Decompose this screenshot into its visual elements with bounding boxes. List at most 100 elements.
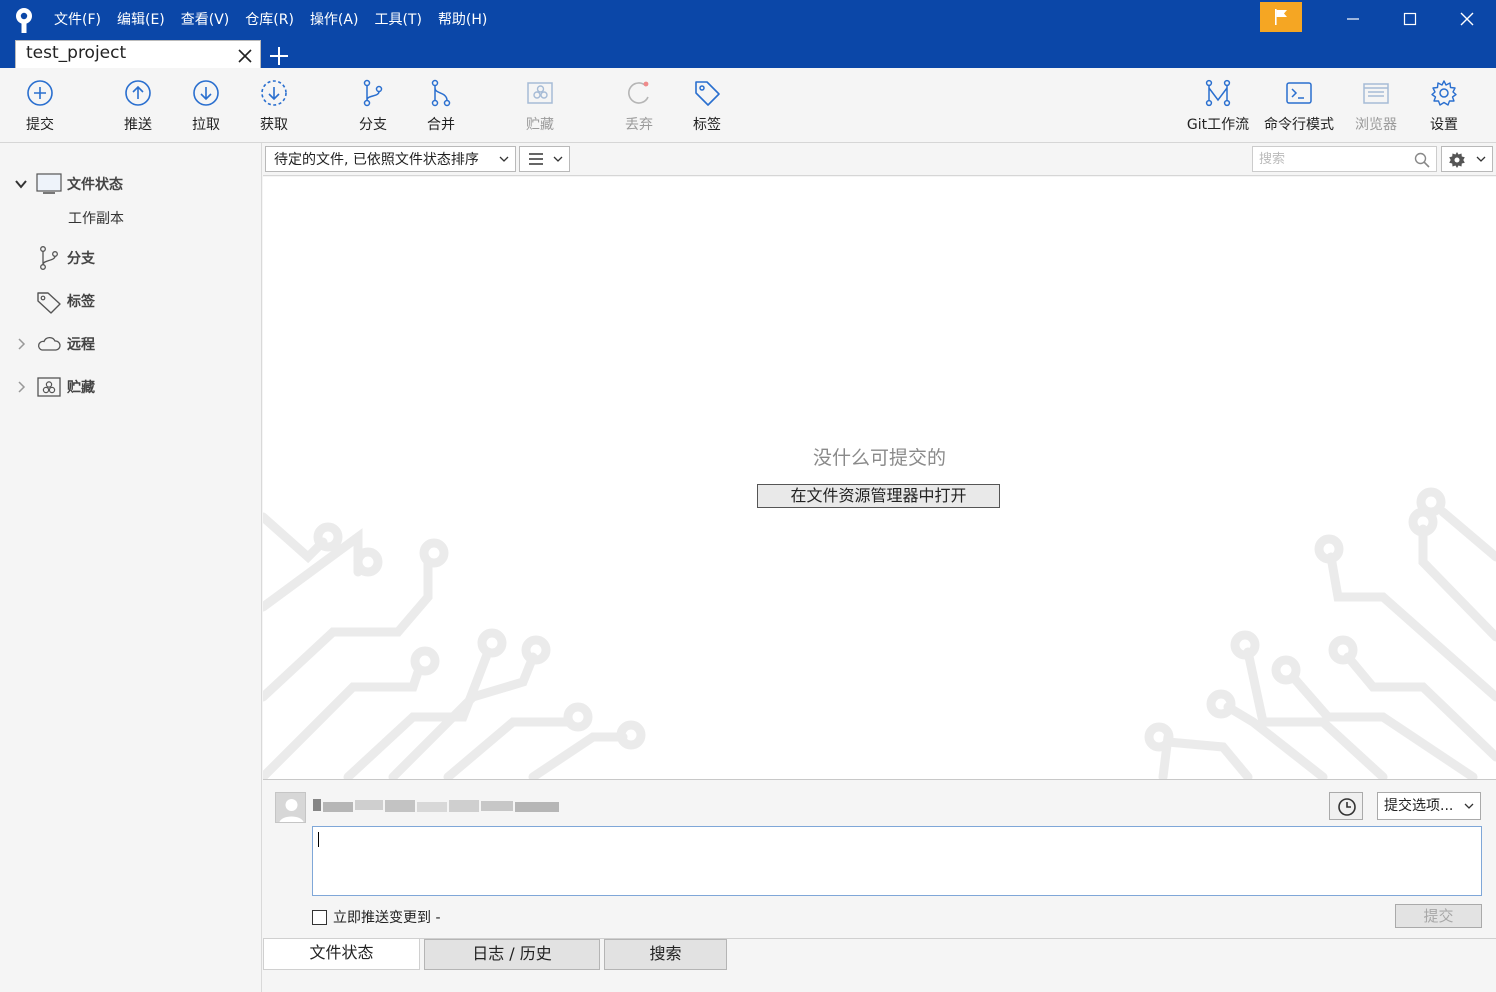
stash-label: 贮藏: [526, 117, 554, 133]
push-immediately-label: 立即推送变更到 -: [333, 910, 441, 926]
avatar: [275, 792, 306, 823]
minimize-button[interactable]: [1324, 0, 1382, 38]
chevron-down-icon: [1476, 156, 1486, 162]
tag-icon: [37, 292, 61, 314]
menu-help[interactable]: 帮助(H): [430, 0, 495, 40]
stash-box-icon: [37, 377, 61, 397]
tab-close-icon[interactable]: [236, 47, 254, 65]
file-list-area: 没什么可提交的 在文件资源管理器中打开: [263, 177, 1496, 779]
settings-button[interactable]: 设置: [1404, 78, 1484, 138]
maximize-icon: [1403, 12, 1417, 26]
maximize-button[interactable]: [1381, 0, 1439, 38]
menu-bar: 文件(F) 编辑(E) 查看(V) 仓库(R) 操作(A) 工具(T) 帮助(H…: [46, 0, 495, 40]
explorer-folder-icon: [1363, 83, 1389, 104]
tab-test-project[interactable]: test_project: [15, 40, 261, 70]
tab-search[interactable]: 搜索: [604, 939, 727, 970]
clock-icon: [1338, 798, 1356, 816]
commit-options-label: 提交选项...: [1384, 798, 1454, 814]
text-cursor: [318, 832, 319, 847]
push-immediately-option[interactable]: 立即推送变更到 -: [312, 907, 441, 927]
chevron-down-icon: [553, 156, 563, 162]
sidebar-label: 分支: [67, 251, 95, 267]
branch-icon: [40, 246, 58, 270]
open-in-explorer-button[interactable]: 在文件资源管理器中打开: [757, 484, 1000, 508]
flag-button[interactable]: [1260, 2, 1302, 32]
menu-edit[interactable]: 编辑(E): [109, 0, 173, 40]
bottom-tab-bar: 文件状态 日志 / 历史 搜索: [263, 938, 1496, 992]
flag-icon: [1275, 9, 1287, 25]
monitor-icon: [36, 173, 62, 194]
commit-label: 提交: [26, 117, 54, 133]
new-tab-plus-icon[interactable]: [268, 45, 290, 67]
sidebar-item-branches[interactable]: 分支: [0, 243, 262, 273]
filter-bar: 待定的文件, 已依照文件状态排序: [263, 143, 1496, 176]
menu-view[interactable]: 查看(V): [173, 0, 238, 40]
sidebar-label: 贮藏: [67, 380, 95, 396]
sidebar-item-file-status[interactable]: 文件状态: [0, 169, 262, 199]
merge-button[interactable]: 合并: [401, 78, 481, 138]
git-flow-label: Git工作流: [1186, 117, 1250, 133]
push-arrow-up-icon: [125, 80, 151, 106]
commit-submit-button[interactable]: 提交: [1395, 904, 1482, 928]
commit-panel: 提交选项... 立即推送变更到 - 提交: [263, 779, 1496, 941]
tag-label: 标签: [693, 117, 721, 133]
user-avatar-icon: [279, 799, 304, 822]
push-immediately-checkbox[interactable]: [312, 909, 327, 925]
chevron-down-icon: [499, 156, 509, 162]
tag-button[interactable]: 标签: [667, 78, 747, 138]
stash-button[interactable]: 贮藏: [500, 78, 580, 138]
chevron-down-icon: [1464, 803, 1474, 809]
search-box: [1252, 146, 1437, 172]
git-flow-icon: [1205, 79, 1231, 107]
close-window-button[interactable]: [1438, 0, 1496, 38]
sort-select-value: 待定的文件, 已依照文件状态排序: [274, 152, 479, 168]
sort-select[interactable]: 待定的文件, 已依照文件状态排序: [265, 146, 516, 172]
empty-state-message: 没什么可提交的: [812, 447, 946, 469]
tab-log-history[interactable]: 日志 / 历史: [424, 939, 600, 970]
menu-actions[interactable]: 操作(A): [302, 0, 367, 40]
filter-options-button[interactable]: [1441, 146, 1493, 172]
menu-file[interactable]: 文件(F): [46, 0, 109, 40]
branch-icon: [363, 79, 383, 107]
commit-plus-icon: [27, 80, 53, 106]
title-bar: 文件(F) 编辑(E) 查看(V) 仓库(R) 操作(A) 工具(T) 帮助(H…: [0, 0, 1496, 70]
settings-label: 设置: [1430, 117, 1458, 133]
chevron-right-icon[interactable]: [14, 380, 28, 394]
gear-icon: [1431, 80, 1457, 106]
circuit-background-art: [263, 487, 1496, 779]
search-input[interactable]: [1253, 147, 1403, 171]
git-flow-button[interactable]: Git工作流: [1178, 78, 1258, 138]
gear-icon: [1449, 152, 1465, 168]
sidebar-label: 远程: [67, 337, 95, 353]
commit-options-select[interactable]: 提交选项...: [1377, 792, 1481, 820]
toolbar: 提交 推送 拉取 获取 分支 合并 贮藏 丢弃 标签 Git工作流 命令行模式: [0, 68, 1496, 143]
sidebar-item-working-copy[interactable]: 工作副本: [0, 203, 262, 233]
terminal-icon: [1286, 82, 1312, 104]
sourcetree-logo-icon: [16, 8, 32, 33]
sidebar-item-remotes[interactable]: 远程: [0, 329, 262, 359]
fetch-button[interactable]: 获取: [234, 78, 314, 138]
tag-icon: [695, 81, 720, 106]
view-mode-select[interactable]: [519, 146, 570, 172]
minimize-icon: [1347, 18, 1359, 20]
commit-button[interactable]: 提交: [0, 78, 80, 138]
sidebar-item-tags[interactable]: 标签: [0, 286, 262, 316]
sidebar-item-stashes[interactable]: 贮藏: [0, 372, 262, 402]
commit-message-input[interactable]: [312, 826, 1482, 896]
menu-tools[interactable]: 工具(T): [366, 0, 429, 40]
fetch-icon: [261, 80, 287, 106]
sidebar: 文件状态 工作副本 分支 标签 远程 贮藏: [0, 143, 262, 992]
commit-history-button[interactable]: [1329, 792, 1363, 820]
tab-label: test_project: [26, 43, 127, 63]
chevron-right-icon[interactable]: [14, 337, 28, 351]
tab-file-status[interactable]: 文件状态: [263, 939, 420, 970]
search-icon[interactable]: [1414, 152, 1430, 168]
terminal-button[interactable]: 命令行模式: [1259, 78, 1339, 138]
terminal-label: 命令行模式: [1264, 117, 1334, 133]
author-redacted-blur: [313, 799, 559, 812]
chevron-down-icon[interactable]: [14, 177, 28, 191]
sidebar-label: 文件状态: [67, 177, 123, 193]
discard-icon: [628, 81, 649, 104]
menu-repository[interactable]: 仓库(R): [237, 0, 302, 40]
cloud-icon: [38, 337, 61, 351]
